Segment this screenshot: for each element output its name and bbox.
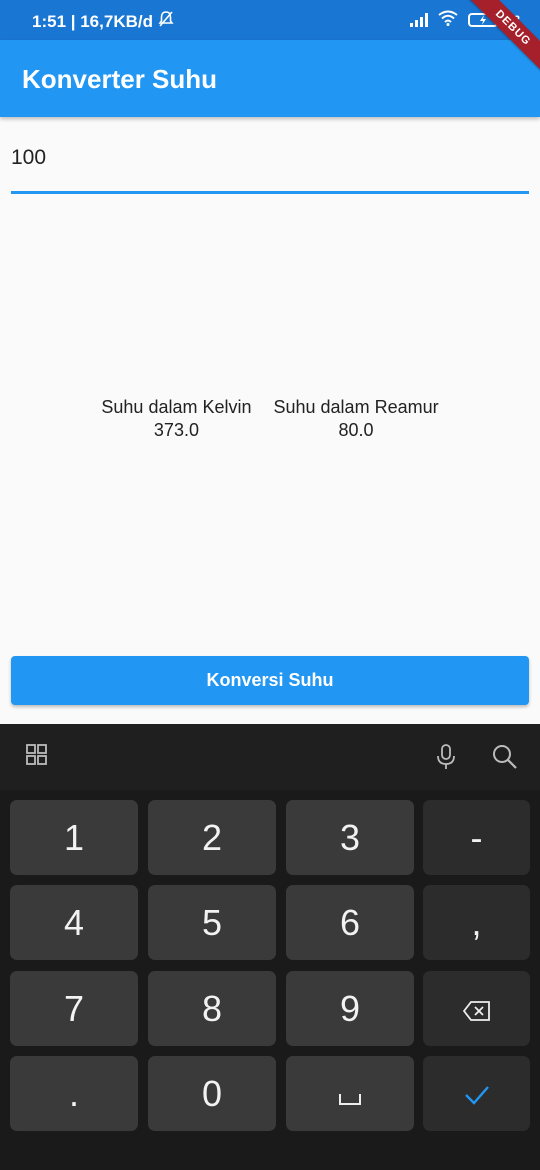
key-minus[interactable]: - xyxy=(423,800,530,875)
key-7[interactable]: 7 xyxy=(10,971,138,1046)
status-left: 1:51 | 16,7KB/d xyxy=(32,10,175,33)
key-9[interactable]: 9 xyxy=(286,971,414,1046)
kelvin-label: Suhu dalam Kelvin xyxy=(101,397,252,417)
reamur-result: Suhu dalam Reamur 80.0 xyxy=(274,396,439,442)
numeric-keyboard: 1 2 3 - 4 5 6 , 7 8 9 . 0 xyxy=(0,724,540,1170)
kelvin-value: 373.0 xyxy=(153,420,199,440)
key-comma[interactable]: , xyxy=(423,885,530,960)
key-4[interactable]: 4 xyxy=(10,885,138,960)
key-3[interactable]: 3 xyxy=(286,800,414,875)
muted-bell-icon xyxy=(157,10,175,33)
wifi-icon xyxy=(438,10,458,29)
app-bar: Konverter Suhu xyxy=(0,40,540,117)
reamur-label: Suhu dalam Reamur xyxy=(273,397,439,417)
key-8[interactable]: 8 xyxy=(148,971,276,1046)
signal-icon xyxy=(409,12,428,27)
status-time: 1:51 | 16,7KB/d xyxy=(32,11,153,31)
space-key[interactable] xyxy=(286,1056,414,1131)
conversion-results: Suhu dalam Kelvin 373.0 Suhu dalam Reamu… xyxy=(0,396,540,442)
key-2[interactable]: 2 xyxy=(148,800,276,875)
reamur-value: 80.0 xyxy=(338,420,374,440)
temperature-input-field[interactable] xyxy=(11,140,529,194)
key-0[interactable]: 0 xyxy=(148,1056,276,1131)
convert-button[interactable]: Konversi Suhu xyxy=(11,656,529,705)
check-icon xyxy=(463,1073,491,1115)
keyboard-toolbar xyxy=(0,724,540,790)
confirm-key[interactable] xyxy=(423,1056,530,1131)
backspace-icon xyxy=(462,988,491,1030)
key-5[interactable]: 5 xyxy=(148,885,276,960)
grid-menu-icon[interactable] xyxy=(26,744,48,771)
temperature-input[interactable] xyxy=(11,146,529,170)
page-title: Konverter Suhu xyxy=(22,64,218,94)
space-bar-icon xyxy=(338,1073,362,1115)
key-6[interactable]: 6 xyxy=(286,885,414,960)
key-1[interactable]: 1 xyxy=(10,800,138,875)
kelvin-result: Suhu dalam Kelvin 373.0 xyxy=(101,396,251,442)
microphone-icon[interactable] xyxy=(436,744,456,775)
backspace-key[interactable] xyxy=(423,971,530,1046)
search-icon[interactable] xyxy=(492,744,518,775)
status-bar: 1:51 | 16,7KB/d 52 xyxy=(0,0,540,40)
key-period[interactable]: . xyxy=(10,1056,138,1131)
